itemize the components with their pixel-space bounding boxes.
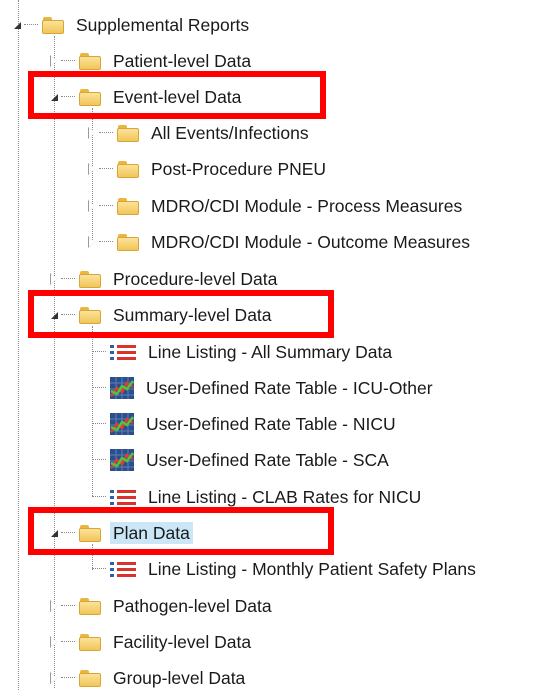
tree-node-label: Line Listing - Monthly Patient Safety Pl… (148, 559, 476, 579)
line-listing-icon (110, 559, 136, 579)
tree-node-facility-level-data[interactable]: Facility-level Data (47, 624, 254, 660)
folder-icon (79, 270, 101, 288)
tree-node-label: User-Defined Rate Table - NICU (146, 414, 396, 434)
highlight-box-summary-level (28, 290, 334, 338)
tree-node-mdro-cdi-outcome-measures[interactable]: MDRO/CDI Module - Outcome Measures (85, 224, 473, 260)
tree-node-label: All Events/Infections (151, 123, 309, 143)
tree-node-rate-table-sca[interactable]: User-Defined Rate Table - SCA (85, 442, 392, 478)
highlight-box-event-level (28, 71, 326, 119)
tree-node-label: User-Defined Rate Table - ICU-Other (146, 378, 433, 398)
line-listing-icon (110, 342, 136, 362)
folder-icon (79, 669, 101, 687)
tree-node-pathogen-level-data[interactable]: Pathogen-level Data (47, 588, 275, 624)
collapse-toggle-icon[interactable] (47, 635, 61, 649)
collapse-toggle-icon[interactable] (47, 272, 61, 286)
tree-node-all-events-infections[interactable]: All Events/Infections (85, 115, 312, 151)
tree-node-post-procedure-pneu[interactable]: Post-Procedure PNEU (85, 151, 329, 187)
tree-guide-line (18, 0, 19, 690)
folder-icon (117, 233, 139, 251)
tree-node-label: Group-level Data (113, 668, 246, 688)
collapse-toggle-icon[interactable] (85, 126, 99, 140)
folder-icon (79, 597, 101, 615)
tree-node-mdro-cdi-process-measures[interactable]: MDRO/CDI Module - Process Measures (85, 188, 465, 224)
tree-node-label: Pathogen-level Data (113, 596, 272, 616)
folder-icon (117, 160, 139, 178)
folder-icon (79, 633, 101, 651)
report-tree: Supplemental Reports Patient-level Data … (0, 0, 539, 690)
tree-node-supplemental-reports[interactable]: Supplemental Reports (10, 7, 252, 43)
tree-node-label: MDRO/CDI Module - Process Measures (151, 196, 463, 216)
tree-node-line-listing-all-summary[interactable]: Line Listing - All Summary Data (85, 334, 395, 370)
highlight-box-plan-data (28, 507, 334, 555)
folder-icon (79, 52, 101, 70)
tree-node-label: Procedure-level Data (113, 269, 278, 289)
tree-node-label: Line Listing - CLAB Rates for NICU (148, 487, 422, 507)
folder-icon (117, 197, 139, 215)
collapse-toggle-icon[interactable] (47, 671, 61, 685)
expand-toggle-icon[interactable] (10, 18, 24, 32)
tree-node-label: Post-Procedure PNEU (151, 159, 327, 179)
rate-table-chart-icon (110, 377, 134, 399)
tree-node-label: Supplemental Reports (76, 15, 250, 35)
rate-table-chart-icon (110, 413, 134, 435)
rate-table-chart-icon (110, 449, 134, 471)
collapse-toggle-icon[interactable] (85, 235, 99, 249)
collapse-toggle-icon[interactable] (47, 599, 61, 613)
folder-icon (42, 16, 64, 34)
tree-node-rate-table-icu-other[interactable]: User-Defined Rate Table - ICU-Other (85, 370, 436, 406)
tree-node-rate-table-nicu[interactable]: User-Defined Rate Table - NICU (85, 406, 399, 442)
tree-node-line-listing-monthly-plans[interactable]: Line Listing - Monthly Patient Safety Pl… (85, 551, 479, 587)
line-listing-icon (110, 487, 136, 507)
tree-node-label: Facility-level Data (113, 632, 252, 652)
collapse-toggle-icon[interactable] (47, 54, 61, 68)
collapse-toggle-icon[interactable] (85, 162, 99, 176)
tree-node-label: MDRO/CDI Module - Outcome Measures (151, 232, 470, 252)
tree-node-label: User-Defined Rate Table - SCA (146, 450, 389, 470)
tree-node-label: Patient-level Data (113, 51, 252, 71)
tree-node-label: Line Listing - All Summary Data (148, 342, 393, 362)
collapse-toggle-icon[interactable] (85, 199, 99, 213)
folder-icon (117, 124, 139, 142)
tree-node-group-level-data[interactable]: Group-level Data (47, 660, 248, 696)
